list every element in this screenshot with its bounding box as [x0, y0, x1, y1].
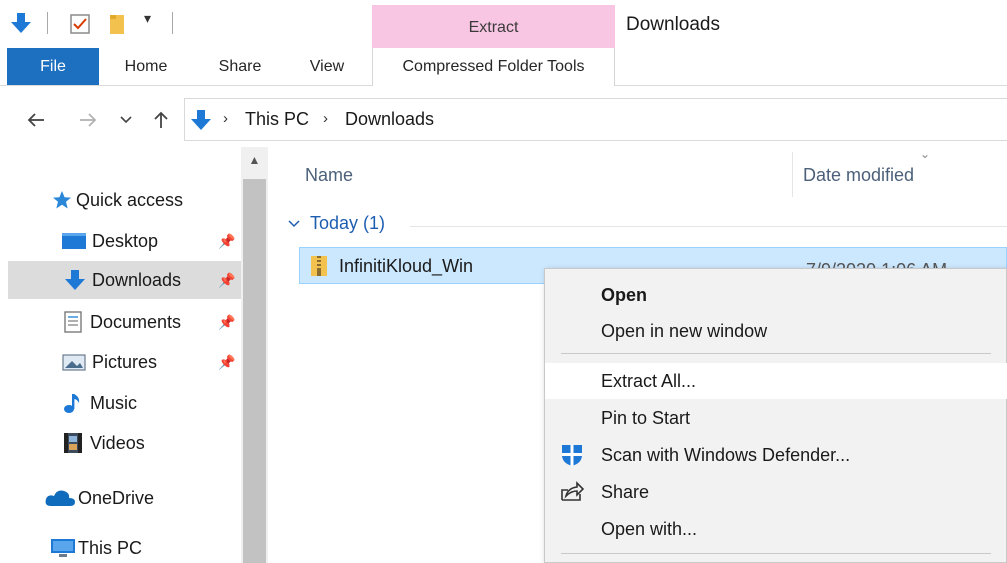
nav-item-this-pc[interactable]: This PC — [50, 529, 241, 563]
ribbon-tabs: File Home Share View Compressed Folder T… — [0, 48, 1007, 86]
menu-separator — [561, 553, 991, 554]
breadcrumb-this-pc[interactable]: This PC — [245, 109, 309, 130]
toolbar-separator — [172, 12, 173, 34]
share-icon — [559, 480, 585, 504]
windows-defender-shield-icon — [559, 443, 585, 467]
customize-dropdown-icon[interactable]: ▾ — [144, 10, 151, 27]
nav-item-desktop[interactable]: Desktop 📌 — [62, 222, 241, 260]
breadcrumb-downloads[interactable]: Downloads — [345, 109, 434, 130]
download-arrow-icon — [65, 270, 85, 290]
menu-item-open-with[interactable]: Open with... — [545, 511, 1007, 547]
nav-item-downloads[interactable]: Downloads 📌 — [8, 261, 241, 299]
breadcrumb-chevron-icon[interactable]: › — [223, 110, 228, 127]
address-bar[interactable]: › This PC › Downloads — [184, 98, 1007, 141]
nav-item-videos[interactable]: Videos — [62, 424, 241, 462]
breadcrumb-chevron-icon[interactable]: › — [323, 110, 328, 127]
documents-icon — [64, 311, 82, 333]
pin-icon[interactable]: 📌 — [218, 272, 235, 289]
zip-folder-icon — [310, 254, 328, 283]
cloud-icon — [45, 490, 75, 506]
chevron-down-icon — [288, 219, 300, 227]
pin-icon[interactable]: 📌 — [218, 233, 235, 250]
nav-item-onedrive[interactable]: OneDrive — [44, 479, 241, 517]
group-header-today[interactable]: Today (1) — [288, 213, 385, 234]
column-header-name[interactable]: Name — [305, 165, 353, 186]
menu-item-open[interactable]: Open — [545, 277, 1007, 313]
file-name: InfinitiKloud_Win — [339, 256, 474, 276]
scroll-up-arrow-icon[interactable]: ▲ — [241, 153, 268, 167]
scroll-thumb[interactable] — [243, 179, 266, 563]
pin-icon[interactable]: 📌 — [218, 314, 235, 331]
navpane-scrollbar[interactable]: ▲ — [241, 147, 268, 563]
forward-arrow-icon[interactable] — [76, 107, 100, 133]
recent-locations-chevron-icon[interactable] — [116, 107, 136, 133]
context-menu: Open Open in new window Extract All... P… — [544, 268, 1007, 563]
download-arrow-icon[interactable] — [10, 12, 32, 39]
menu-item-extract-all[interactable]: Extract All... — [545, 363, 1007, 399]
back-arrow-icon[interactable] — [24, 107, 48, 133]
tab-home[interactable]: Home — [112, 48, 180, 86]
new-folder-icon[interactable] — [108, 13, 126, 40]
column-header-date-modified[interactable]: Date modified — [803, 165, 914, 186]
desktop-folder-icon — [62, 233, 86, 249]
contextual-tab-group-extract: Extract — [372, 5, 615, 48]
menu-item-pin-to-start[interactable]: Pin to Start — [545, 400, 1007, 436]
videos-icon — [64, 433, 82, 453]
group-divider — [410, 226, 1007, 227]
computer-icon — [51, 539, 75, 557]
music-note-icon — [64, 394, 80, 413]
pictures-icon — [62, 354, 86, 371]
nav-item-quick-access[interactable]: Quick access — [52, 181, 241, 219]
pin-icon[interactable]: 📌 — [218, 354, 235, 371]
navigation-bar: › This PC › Downloads — [0, 93, 1007, 147]
window-title: Downloads — [626, 14, 720, 35]
menu-item-open-in-new-window[interactable]: Open in new window — [545, 313, 1007, 349]
tab-file[interactable]: File — [7, 48, 99, 85]
menu-item-scan-with-windows-defender[interactable]: Scan with Windows Defender... — [545, 437, 1007, 473]
menu-separator — [561, 353, 991, 354]
tab-view[interactable]: View — [294, 48, 360, 86]
column-divider[interactable] — [792, 152, 793, 197]
up-arrow-icon[interactable] — [150, 107, 172, 133]
tab-compressed-folder-tools[interactable]: Compressed Folder Tools — [372, 48, 615, 86]
properties-checkmark-icon[interactable] — [69, 13, 91, 40]
sort-chevron-icon: ⌄ — [920, 147, 931, 161]
download-arrow-icon — [191, 109, 211, 136]
tab-share[interactable]: Share — [205, 48, 275, 86]
nav-item-pictures[interactable]: Pictures 📌 — [62, 343, 241, 381]
quick-access-toolbar: ▾ — [0, 0, 372, 48]
nav-item-music[interactable]: Music — [62, 384, 241, 422]
menu-item-share[interactable]: Share — [545, 474, 1007, 510]
navigation-pane: Quick access Desktop 📌 Downloads 📌 Docum… — [0, 147, 268, 563]
nav-item-documents[interactable]: Documents 📌 — [62, 303, 241, 341]
toolbar-separator — [47, 12, 48, 34]
star-icon — [53, 191, 71, 209]
